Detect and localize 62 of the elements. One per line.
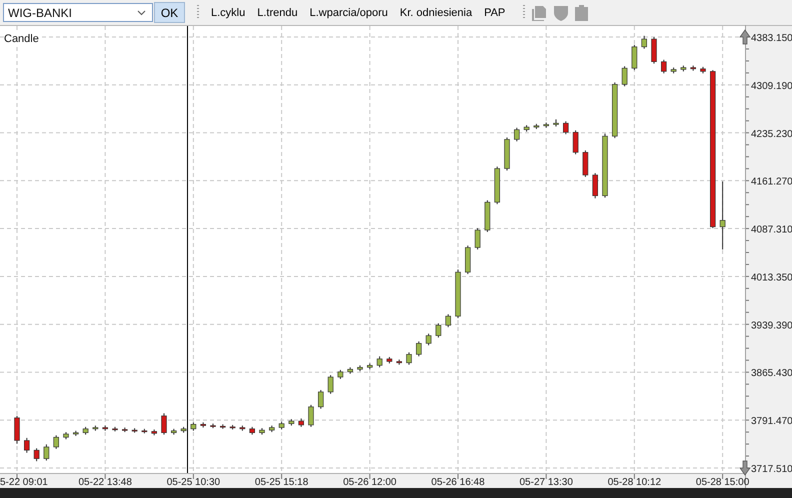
candlestick: [376, 356, 382, 368]
candlestick: [563, 120, 569, 135]
price-axis-label: 4383.150: [751, 33, 792, 44]
candlestick: [474, 228, 480, 250]
time-axis-label: 05-25 10:30: [166, 477, 220, 488]
candlestick: [318, 389, 324, 410]
candlestick: [661, 59, 667, 74]
price-axis-label: 4013.350: [751, 272, 792, 284]
candlestick: [572, 130, 578, 155]
candlestick: [161, 412, 167, 436]
toolbar-button[interactable]: Kr. odniesienia: [394, 6, 478, 18]
price-axis-label: 4309.190: [751, 80, 792, 92]
candlestick: [651, 36, 657, 64]
candlestick: [641, 35, 647, 50]
candlestick: [622, 66, 628, 87]
candlestick: [436, 322, 442, 338]
chart-type-label: Candle: [4, 33, 39, 45]
candlestick: [426, 333, 432, 346]
price-axis-label: 4087.310: [751, 224, 792, 236]
time-axis-label: 05-25 15:18: [254, 477, 308, 488]
down-arrow-icon[interactable]: [739, 460, 751, 476]
toolbar-button[interactable]: L.trendu: [251, 6, 304, 18]
chevron-down-icon: [137, 10, 146, 16]
toolbar-button[interactable]: L.wparcia/oporu: [304, 6, 394, 18]
time-axis-label: 05-26 12:00: [343, 477, 396, 488]
candlestick: [406, 352, 412, 366]
candlestick: [328, 374, 334, 394]
candlestick: [720, 180, 726, 250]
candlestick: [24, 437, 30, 454]
toolbar-grip: [523, 5, 526, 20]
candlestick: [445, 314, 451, 328]
up-arrow-icon[interactable]: [739, 29, 751, 44]
time-axis-label: 05-28 10:12: [608, 477, 662, 488]
time-axis-label: 05-22 13:48: [78, 477, 132, 488]
instrument-select[interactable]: WIG-BANKI: [3, 3, 153, 22]
ok-button[interactable]: OK: [154, 2, 185, 23]
candlestick: [592, 172, 598, 199]
price-axis-label: 3865.430: [751, 368, 792, 380]
time-axis-label: 05-26 16:48: [431, 477, 485, 488]
time-axis-label: 05-28 15:00: [696, 477, 750, 488]
price-axis-label: 3717.510: [751, 464, 792, 475]
time-axis-label: 5-22 09:01: [0, 477, 48, 488]
candlestick: [582, 150, 588, 178]
candlestick: [514, 127, 520, 142]
candlestick: [308, 404, 314, 428]
time-axis-label: 05-27 13:30: [520, 477, 573, 488]
price-axis-label: 3939.390: [751, 320, 792, 332]
candlestick: [416, 340, 422, 357]
document-icon[interactable]: [575, 4, 588, 20]
candlestick: [338, 369, 344, 380]
shield-icon[interactable]: [554, 4, 568, 20]
candlestick: [53, 434, 59, 450]
toolbar-button[interactable]: L.cyklu: [205, 6, 252, 18]
candlestick: [34, 448, 40, 462]
documents-icon[interactable]: [531, 4, 548, 20]
candlestick: [632, 44, 638, 71]
candlestick: [14, 415, 20, 444]
toolbar-button[interactable]: PAP: [478, 6, 512, 18]
price-axis-label: 4161.270: [751, 176, 792, 188]
price-axis-label: 3791.470: [751, 416, 792, 428]
candlestick: [44, 444, 50, 462]
price-axis-label: 4235.230: [751, 128, 792, 140]
